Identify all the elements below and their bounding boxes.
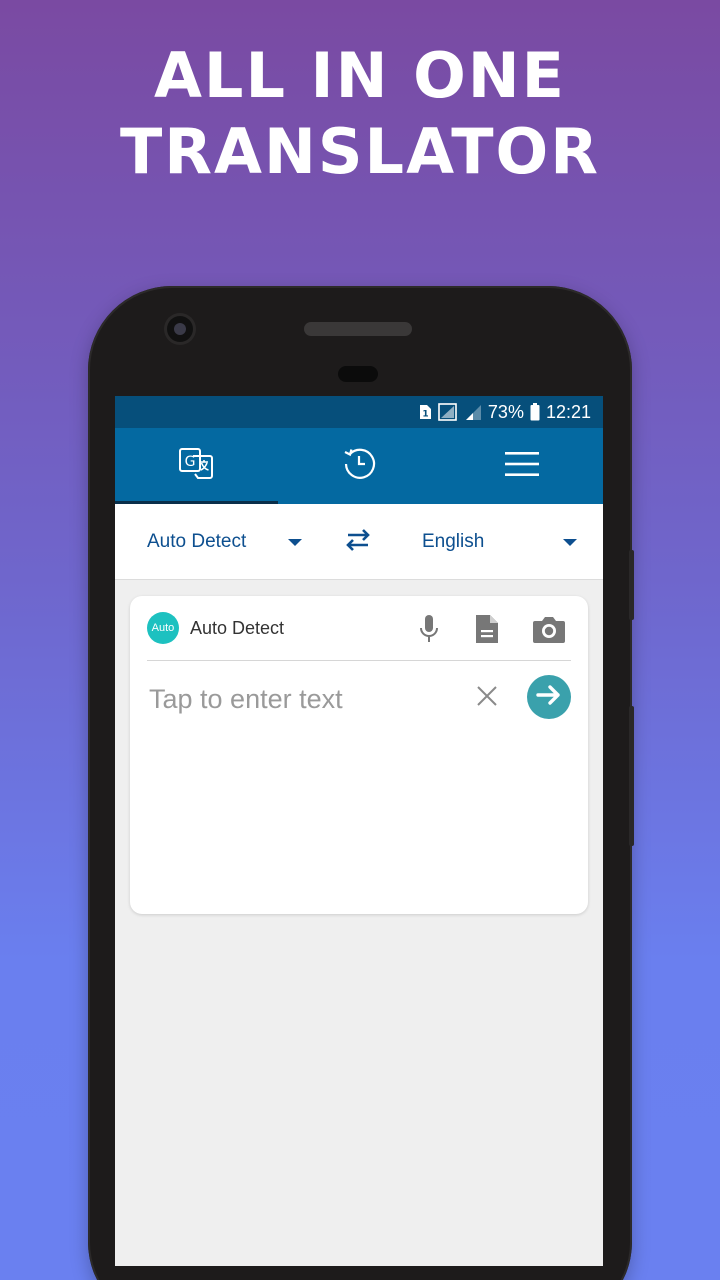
phone-screen: 1 73% 12:21 G Auto Detect English Auto A… (115, 396, 603, 1266)
close-icon[interactable] (475, 684, 499, 713)
sim-card-icon: 1 (418, 404, 432, 420)
headline-line-2: TRANSLATOR (120, 115, 600, 188)
tab-history[interactable] (278, 428, 441, 504)
camera-icon[interactable] (532, 614, 566, 649)
translate-go-button[interactable] (527, 675, 571, 719)
target-language-selector[interactable]: English (422, 504, 582, 580)
arrow-right-icon (536, 684, 562, 711)
hamburger-menu-icon (504, 450, 540, 483)
phone-side-button-top (629, 550, 634, 620)
signal-icon (438, 403, 458, 421)
phone-side-button-bottom (629, 706, 634, 846)
text-input[interactable]: Tap to enter text (149, 684, 343, 715)
status-bar: 1 73% 12:21 (115, 396, 603, 428)
source-language-name: Auto Detect (190, 617, 285, 638)
app-bar: G (115, 428, 603, 504)
source-language-label: Auto Detect (147, 531, 247, 552)
cellular-signal-icon (464, 403, 482, 421)
proximity-sensor (338, 366, 378, 382)
earpiece-speaker (304, 322, 412, 336)
document-icon[interactable] (474, 614, 500, 649)
translate-icon: G (178, 446, 214, 487)
promo-headline: ALL IN ONE TRANSLATOR (0, 38, 720, 190)
source-caret-icon (288, 539, 302, 546)
target-language-label: English (422, 531, 485, 552)
input-card: Auto Auto Detect Tap to enter text (130, 596, 588, 914)
swap-arrows-icon (344, 528, 372, 557)
source-language-selector[interactable]: Auto Detect (147, 504, 307, 580)
swap-languages-button[interactable] (343, 504, 373, 580)
microphone-icon[interactable] (417, 614, 441, 649)
front-camera (167, 316, 193, 342)
status-time: 12:21 (545, 401, 591, 422)
tab-menu[interactable] (440, 428, 603, 504)
history-icon (342, 447, 376, 486)
input-card-header: Auto Auto Detect (147, 596, 571, 661)
target-caret-icon (563, 539, 577, 546)
battery-icon (530, 403, 540, 421)
headline-line-1: ALL IN ONE (153, 39, 567, 112)
battery-percent: 73% (487, 401, 524, 422)
tab-translate[interactable]: G (115, 428, 278, 504)
language-bar: Auto Detect English (115, 504, 603, 580)
svg-text:1: 1 (422, 410, 428, 420)
auto-detect-badge: Auto (147, 612, 179, 644)
